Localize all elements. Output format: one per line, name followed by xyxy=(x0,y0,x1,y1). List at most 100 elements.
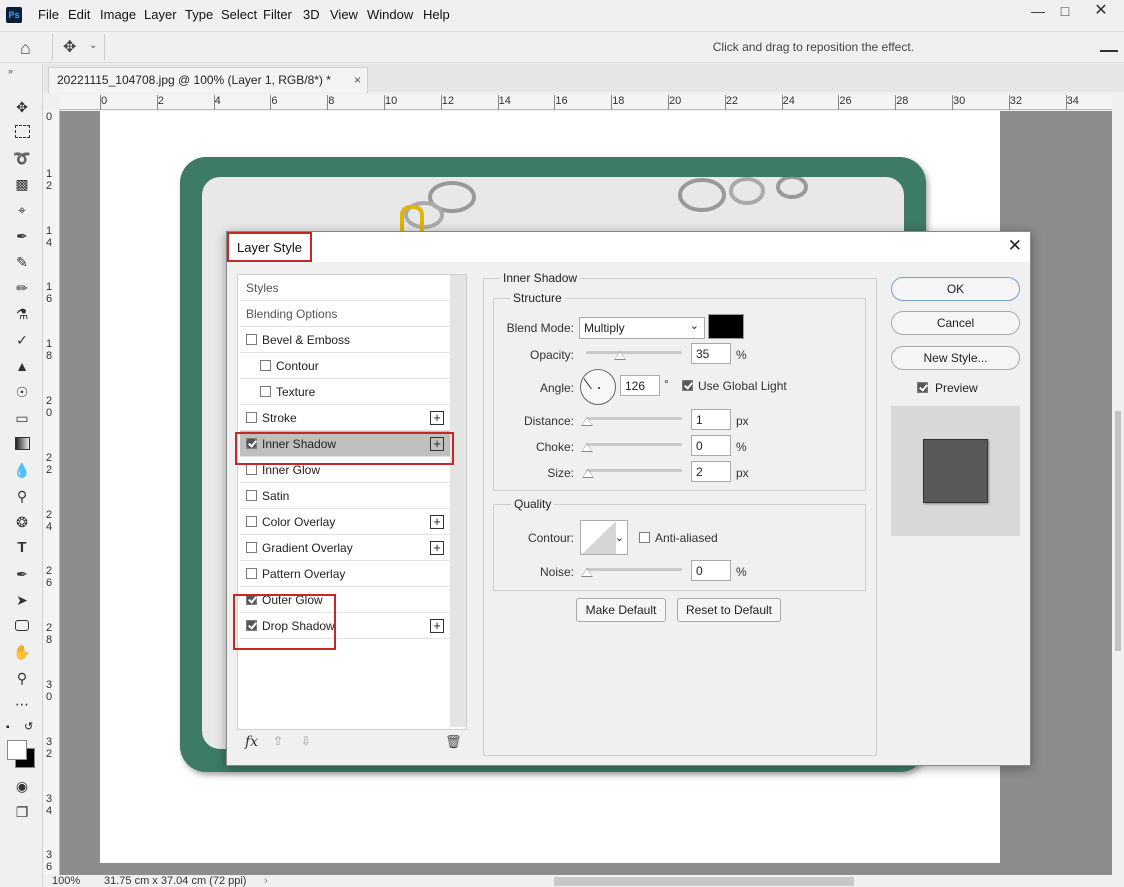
style-item-contour[interactable]: Contour xyxy=(240,353,450,379)
status-arrow-icon[interactable]: › xyxy=(264,875,268,887)
move-tool-icon[interactable]: ✥ xyxy=(63,37,76,57)
blend-mode-select[interactable]: Multiply ⌄ xyxy=(579,317,705,339)
move-tool-icon[interactable]: ✥ xyxy=(12,97,32,117)
menu-window[interactable]: Window xyxy=(367,7,413,22)
menu-3d[interactable]: 3D xyxy=(303,7,320,22)
opacity-slider[interactable] xyxy=(586,351,682,354)
move-down-icon[interactable]: ⇩ xyxy=(301,734,311,748)
styles-scrollbar[interactable] xyxy=(450,275,466,727)
opacity-input[interactable]: 35 xyxy=(691,343,731,364)
restore-icon[interactable]: □ xyxy=(1047,0,1083,22)
global-light-checkbox[interactable] xyxy=(682,380,693,391)
angle-dial[interactable] xyxy=(580,369,616,405)
menu-help[interactable]: Help xyxy=(423,7,450,22)
menu-edit[interactable]: Edit xyxy=(68,7,90,22)
rectangle-tool-icon[interactable] xyxy=(12,616,32,636)
blur-tool-icon[interactable]: 💧 xyxy=(12,460,32,480)
add-effect-icon[interactable]: + xyxy=(430,411,444,425)
screen-mode-icon[interactable]: ❐ xyxy=(12,802,32,822)
history-brush-tool-icon[interactable]: ✓ xyxy=(12,330,32,350)
foreground-color-swatch[interactable] xyxy=(7,740,27,760)
object-select-tool-icon[interactable]: ▩ xyxy=(12,174,32,194)
expand-panel-icon[interactable]: » xyxy=(8,66,13,76)
clone-stamp-tool-icon[interactable]: ⚗ xyxy=(12,304,32,324)
zoom-tool-icon[interactable]: ⚲ xyxy=(12,668,32,688)
angle-input[interactable]: 126 xyxy=(620,375,660,396)
horizontal-scrollbar-thumb[interactable] xyxy=(554,877,854,886)
tab-close-icon[interactable]: × xyxy=(354,73,361,87)
trash-icon[interactable]: 🗑 xyxy=(445,734,462,750)
add-effect-icon[interactable]: + xyxy=(430,515,444,529)
document-tab[interactable]: 20221115_104708.jpg @ 100% (Layer 1, RGB… xyxy=(48,67,368,93)
eraser-tool-icon[interactable]: ▭ xyxy=(12,408,32,428)
style-item-color-overlay[interactable]: Color Overlay + xyxy=(240,509,450,535)
preview-checkbox[interactable] xyxy=(917,382,928,393)
gradient-tool-icon[interactable] xyxy=(12,434,32,454)
style-checkbox[interactable] xyxy=(246,516,257,527)
choke-slider[interactable] xyxy=(586,443,682,446)
distance-slider-knob[interactable] xyxy=(581,417,593,426)
noise-slider-knob[interactable] xyxy=(581,568,593,577)
anti-aliased-checkbox[interactable] xyxy=(639,532,650,543)
style-item-satin[interactable]: Satin xyxy=(240,483,450,509)
style-item-blending-options[interactable]: Blending Options xyxy=(240,301,450,327)
dodge-tool-icon[interactable]: ⚲ xyxy=(12,486,32,506)
distance-input[interactable]: 1 xyxy=(691,409,731,430)
marquee-tool-icon[interactable] xyxy=(12,122,32,142)
cancel-button[interactable]: Cancel xyxy=(891,311,1020,335)
more-tools-icon[interactable]: ⋯ xyxy=(12,694,32,714)
style-checkbox[interactable] xyxy=(246,568,257,579)
style-item-pattern-overlay[interactable]: Pattern Overlay xyxy=(240,561,450,587)
style-checkbox[interactable] xyxy=(260,386,271,397)
style-checkbox[interactable] xyxy=(246,490,257,501)
style-item-gradient-overlay[interactable]: Gradient Overlay + xyxy=(240,535,450,561)
size-slider-knob[interactable] xyxy=(582,469,594,478)
menu-type[interactable]: Type xyxy=(185,7,213,22)
panel-menu-icon[interactable] xyxy=(1100,50,1118,52)
size-input[interactable]: 2 xyxy=(691,461,731,482)
style-item-texture[interactable]: Texture xyxy=(240,379,450,405)
style-checkbox[interactable] xyxy=(246,334,257,345)
make-default-button[interactable]: Make Default xyxy=(576,598,666,622)
brush-tool-icon[interactable]: ✎ xyxy=(12,252,32,272)
default-colors-icon[interactable]: ▪ xyxy=(6,722,10,733)
vertical-scrollbar[interactable] xyxy=(1112,111,1124,875)
noise-input[interactable]: 0 xyxy=(691,560,731,581)
menu-filter[interactable]: Filter xyxy=(263,7,292,22)
healing-tool-icon[interactable]: ☉ xyxy=(12,382,32,402)
style-checkbox[interactable] xyxy=(246,542,257,553)
type-tool-icon[interactable]: T xyxy=(12,538,32,558)
ok-button[interactable]: OK xyxy=(891,277,1020,301)
menu-image[interactable]: Image xyxy=(100,7,136,22)
style-checkbox[interactable] xyxy=(246,464,257,475)
stamp-tool-icon[interactable]: ▲ xyxy=(12,356,32,376)
size-slider[interactable] xyxy=(586,469,682,472)
style-item-bevel-emboss[interactable]: Bevel & Emboss xyxy=(240,327,450,353)
new-style-button[interactable]: New Style... xyxy=(891,346,1020,370)
style-checkbox[interactable] xyxy=(246,412,257,423)
hand-tool-icon[interactable]: ✋ xyxy=(12,642,32,662)
menu-layer[interactable]: Layer xyxy=(144,7,177,22)
chevron-down-icon[interactable]: ⌄ xyxy=(89,40,97,51)
quick-mask-icon[interactable]: ◉ xyxy=(12,776,32,796)
sponge-tool-icon[interactable]: ❂ xyxy=(12,512,32,532)
fx-icon[interactable]: fx xyxy=(245,734,258,750)
distance-slider[interactable] xyxy=(586,417,682,420)
choke-slider-knob[interactable] xyxy=(581,443,593,452)
choke-input[interactable]: 0 xyxy=(691,435,731,456)
eyedropper-tool-icon[interactable]: ✒ xyxy=(12,226,32,246)
reset-to-default-button[interactable]: Reset to Default xyxy=(677,598,781,622)
style-item-stroke[interactable]: Stroke + xyxy=(240,405,450,431)
shadow-color-swatch[interactable] xyxy=(708,314,744,339)
menu-file[interactable]: File xyxy=(38,7,59,22)
style-item-styles[interactable]: Styles xyxy=(240,275,450,301)
menu-view[interactable]: View xyxy=(330,7,358,22)
swap-colors-icon[interactable]: ↺ xyxy=(24,720,33,733)
pencil-tool-icon[interactable]: ✏ xyxy=(12,278,32,298)
crop-tool-icon[interactable]: ⌖ xyxy=(12,200,32,220)
zoom-level[interactable]: 100% xyxy=(52,875,80,887)
add-effect-icon[interactable]: + xyxy=(430,619,444,633)
lasso-tool-icon[interactable]: ➰ xyxy=(12,148,32,168)
close-icon[interactable]: ✕ xyxy=(1008,236,1022,256)
move-up-icon[interactable]: ⇧ xyxy=(273,734,283,748)
